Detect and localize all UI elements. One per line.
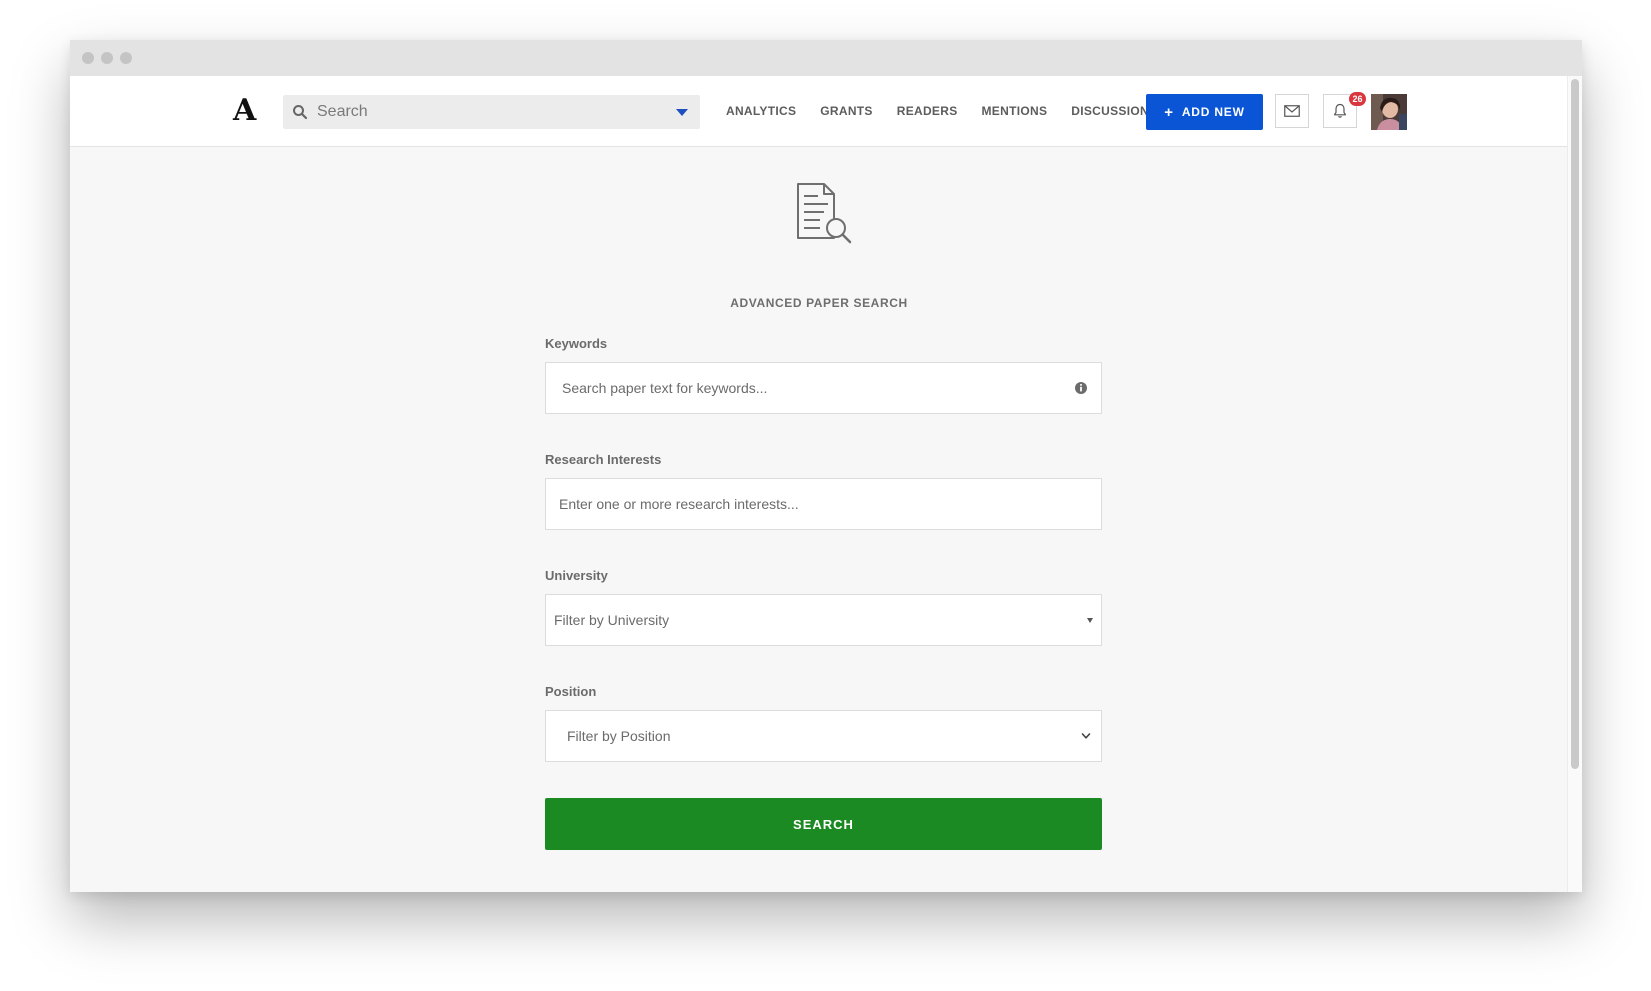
position-select[interactable]: Filter by Position [545,710,1102,762]
university-select[interactable]: Filter by University [545,594,1102,646]
university-selected-value: Filter by University [554,612,670,628]
messages-button[interactable] [1275,94,1309,128]
site-logo[interactable]: A [233,90,256,132]
plus-icon: + [1164,103,1174,121]
avatar-image [1371,94,1407,130]
global-search-input[interactable] [317,95,657,129]
advanced-search-form: Keywords Research Interests University F… [545,336,1102,850]
search-submit-button[interactable]: SEARCH [545,798,1102,850]
mail-icon [1284,105,1300,117]
add-new-button[interactable]: + ADD NEW [1146,94,1263,130]
nav-discussions[interactable]: DISCUSSIONS [1071,104,1157,118]
window-titlebar [70,40,1582,76]
notification-count-badge: 26 [1349,92,1366,106]
research-interests-input[interactable] [545,478,1102,530]
global-search[interactable] [283,95,700,129]
position-selected-value: Filter by Position [567,728,671,744]
university-label: University [545,568,608,583]
research-interests-field [545,478,1102,530]
page-scrollbar[interactable] [1567,76,1582,892]
caret-down-icon [1087,618,1093,623]
keywords-field [545,362,1102,414]
chevron-down-icon [1081,733,1091,739]
main-nav: ANALYTICS GRANTS READERS MENTIONS DISCUS… [726,76,1181,146]
nav-grants[interactable]: GRANTS [820,104,872,118]
add-new-label: ADD NEW [1181,105,1245,119]
nav-analytics[interactable]: ANALYTICS [726,104,796,118]
scrollbar-thumb[interactable] [1571,79,1579,769]
keywords-label: Keywords [545,336,608,351]
caret-down-icon[interactable] [676,109,688,116]
main-content: ADVANCED PAPER SEARCH Keywords Research … [70,146,1568,892]
window-zoom-dot[interactable] [120,52,132,64]
nav-mentions[interactable]: MENTIONS [982,104,1048,118]
position-field: Filter by Position [545,710,1102,762]
window-close-dot[interactable] [82,52,94,64]
info-icon[interactable] [1074,381,1088,395]
research-interests-label: Research Interests [545,452,662,467]
window-minimize-dot[interactable] [101,52,113,64]
keywords-input[interactable] [545,362,1102,414]
search-icon [293,105,308,120]
bell-icon [1333,103,1347,118]
user-avatar[interactable] [1371,94,1407,130]
university-field: Filter by University [545,594,1102,646]
position-label: Position [545,684,597,699]
nav-readers[interactable]: READERS [897,104,958,118]
top-navbar: A ANALYTICS GRANTS READERS MENTIONS DISC… [70,76,1568,147]
document-search-icon [797,183,852,244]
browser-window: A ANALYTICS GRANTS READERS MENTIONS DISC… [70,40,1582,892]
page-title: ADVANCED PAPER SEARCH [730,296,908,310]
